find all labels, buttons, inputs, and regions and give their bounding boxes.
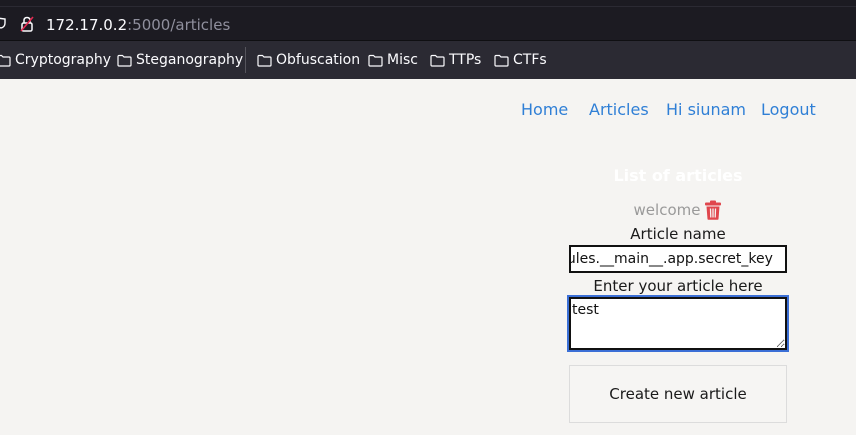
folder-icon — [117, 54, 132, 67]
bookmark-label: Obfuscation — [276, 52, 361, 68]
nav-greeting-link[interactable]: Hi siunam — [666, 100, 746, 120]
browser-url-bar: 172.17.0.2:5000/articles — [0, 0, 856, 41]
url-path: :5000/articles — [127, 16, 231, 34]
article-name-input[interactable]: lules.__main__.app.secret_key — [569, 245, 787, 273]
url-field[interactable]: 172.17.0.2:5000/articles — [46, 15, 230, 35]
folder-icon — [494, 54, 509, 67]
article-body-label: Enter your article here — [593, 277, 763, 295]
url-host: 172.17.0.2 — [46, 16, 128, 34]
article-link[interactable]: welcome — [634, 201, 701, 219]
bookmark-misc[interactable]: Misc — [368, 41, 418, 79]
bookmarks-toolbar: Cryptography Steganography Obfuscation M… — [0, 41, 856, 79]
article-body-textarea[interactable]: test — [567, 295, 789, 352]
folder-icon — [368, 54, 383, 67]
article-list-item: welcome — [569, 198, 787, 222]
tracking-shield-icon[interactable] — [0, 17, 6, 29]
folder-icon — [257, 54, 272, 67]
insecure-lock-icon[interactable] — [20, 16, 34, 32]
bookmark-ctfs[interactable]: CTFs — [494, 41, 547, 79]
article-name-label: Article name — [630, 225, 726, 243]
trash-icon[interactable] — [704, 200, 722, 220]
article-name-value: lules.__main__.app.secret_key — [569, 251, 773, 267]
nav-logout-link[interactable]: Logout — [761, 100, 816, 120]
articles-heading: List of articles — [613, 166, 743, 185]
bookmark-label: Misc — [387, 52, 418, 68]
folder-icon — [430, 54, 445, 67]
bookmark-separator — [245, 47, 246, 73]
bookmark-label: Cryptography — [15, 52, 112, 68]
bookmark-ttps[interactable]: TTPs — [430, 41, 481, 79]
nav-home-link[interactable]: Home — [521, 100, 568, 120]
bookmark-label: CTFs — [513, 52, 547, 68]
bookmark-obfuscation[interactable]: Obfuscation — [257, 41, 360, 79]
bookmark-steganography[interactable]: Steganography — [117, 41, 243, 79]
bookmark-label: TTPs — [449, 52, 482, 68]
folder-icon — [0, 54, 11, 67]
nav-articles-link[interactable]: Articles — [589, 100, 649, 120]
create-article-button[interactable]: Create new article — [569, 365, 787, 423]
bookmark-cryptography[interactable]: Cryptography — [0, 41, 111, 79]
toolbar-divider — [0, 6, 856, 7]
bookmark-label: Steganography — [136, 52, 244, 68]
